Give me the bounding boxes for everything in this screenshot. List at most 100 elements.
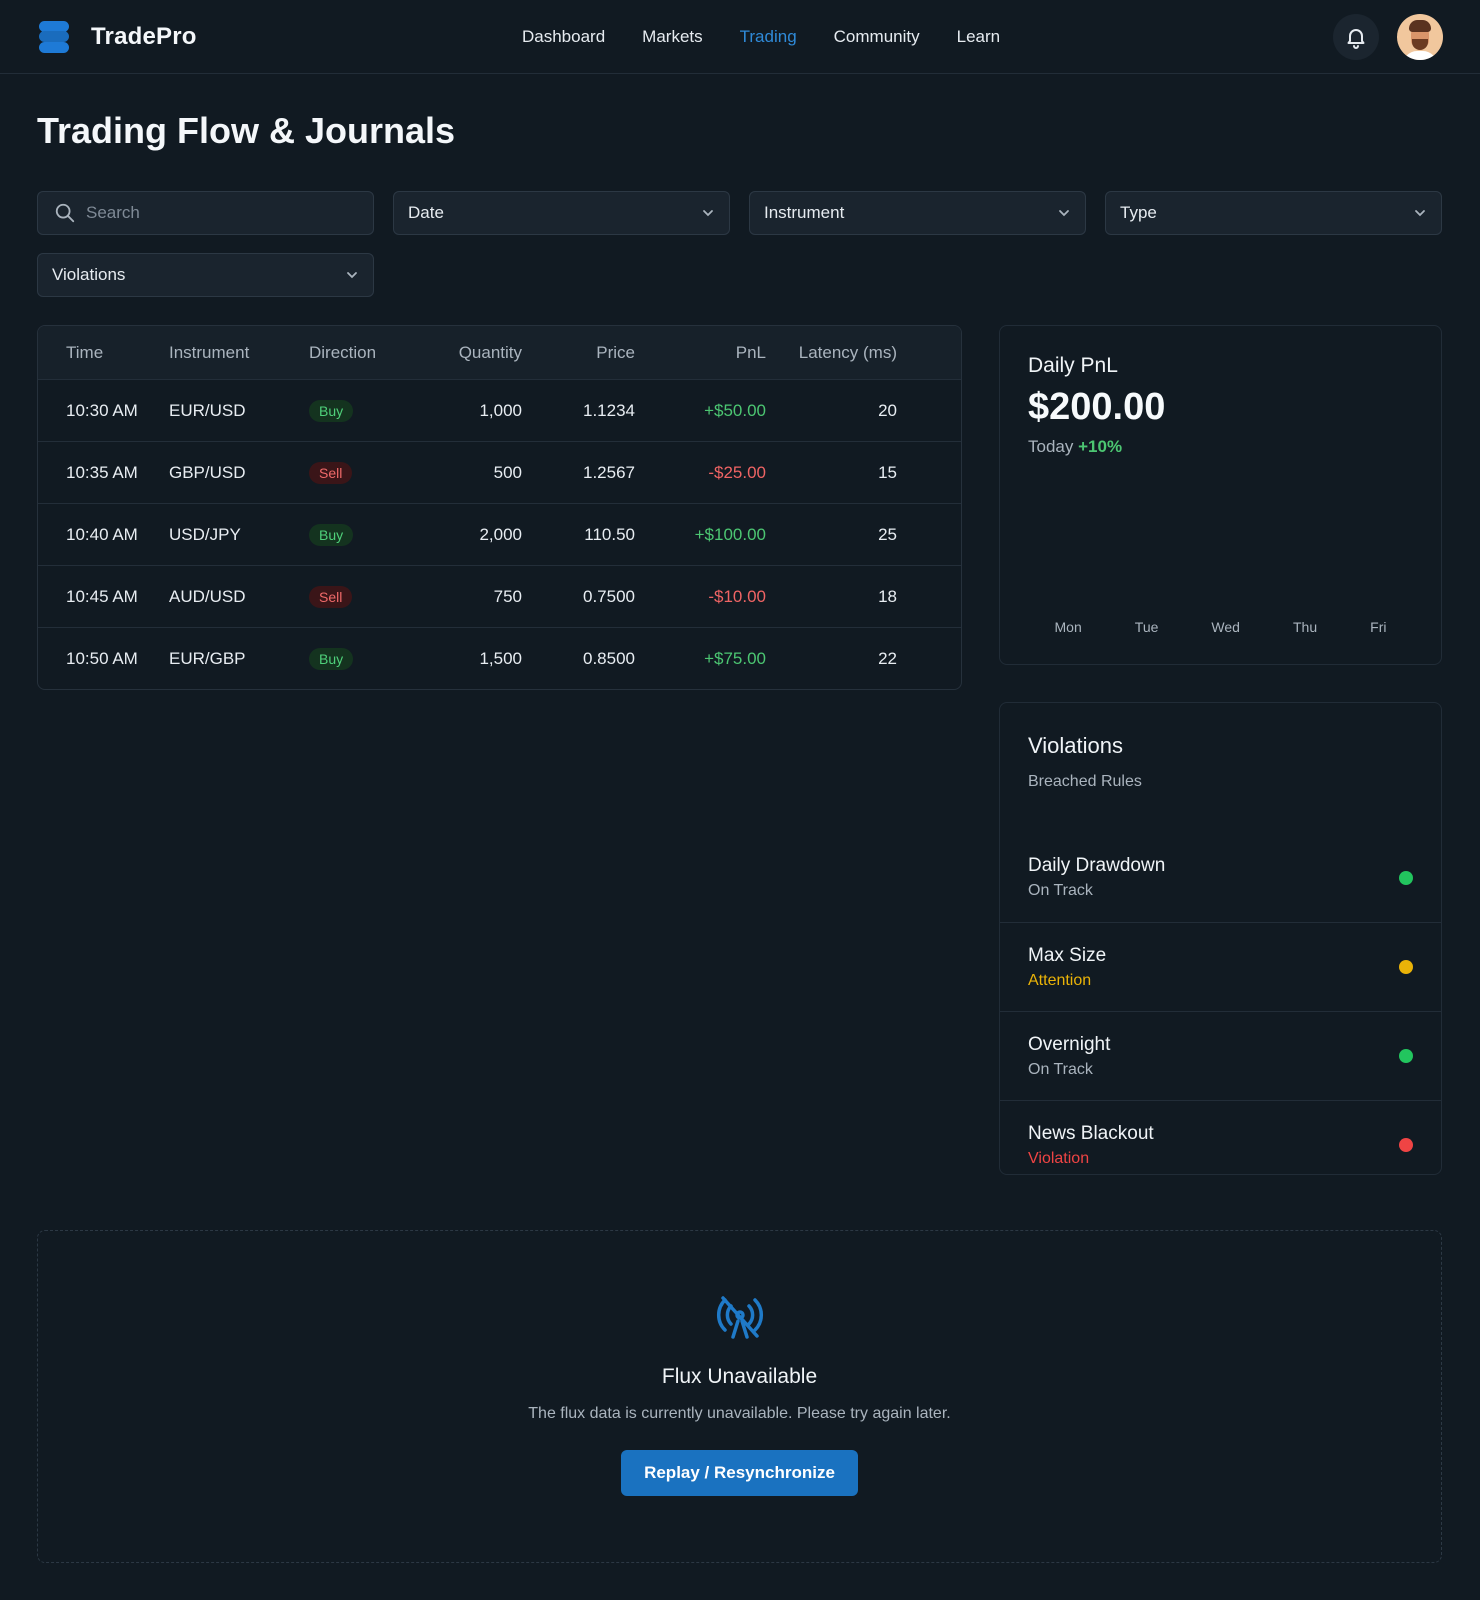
violation-rule-item[interactable]: Overnight On Track (1000, 1011, 1441, 1100)
type-select[interactable]: Type (1105, 191, 1442, 235)
cell-pnl: +$100.00 (694, 524, 766, 544)
violations-subtitle: Breached Rules (1028, 773, 1142, 790)
nav-community[interactable]: Community (834, 27, 920, 47)
top-navigation-bar: TradePro Dashboard Markets Trading Commu… (0, 0, 1480, 74)
avatar[interactable] (1397, 13, 1443, 60)
flux-message: The flux data is currently unavailable. … (528, 1405, 951, 1422)
main-nav: Dashboard Markets Trading Community Lear… (522, 0, 1000, 74)
cell-latency: 18 (878, 586, 897, 606)
direction-badge: Sell (309, 461, 353, 484)
daily-pnl-period: Today +10% (1028, 437, 1413, 457)
rule-status: On Track (1028, 1060, 1093, 1078)
table-row[interactable]: 10:40 AM USD/JPY Buy 2,000 110.50 +$100.… (38, 503, 961, 565)
brand[interactable]: TradePro (37, 20, 197, 54)
cell-latency: 22 (878, 648, 897, 668)
daily-pnl-card: Daily PnL $200.00 Today +10% Mon Tue Wed… (999, 325, 1442, 665)
cell-quantity: 750 (493, 586, 522, 606)
status-dot (1399, 1138, 1413, 1152)
rule-status: On Track (1028, 882, 1093, 899)
cell-time: 10:40 AM (66, 524, 138, 544)
date-select[interactable]: Date (393, 191, 730, 235)
cell-time: 10:35 AM (66, 462, 138, 482)
cell-quantity: 1,000 (479, 400, 522, 420)
daily-pnl-title: Daily PnL (1028, 354, 1118, 377)
signal-off-icon (716, 1296, 763, 1339)
column-header-quantity[interactable]: Quantity (409, 343, 522, 363)
instrument-select[interactable]: Instrument (749, 191, 1086, 235)
replay-resynchronize-button[interactable]: Replay / Resynchronize (621, 1450, 858, 1496)
status-dot (1399, 1049, 1413, 1063)
status-dot (1399, 870, 1413, 885)
table-row[interactable]: 10:45 AM AUD/USD Sell 750 0.7500 -$10.00… (38, 565, 961, 627)
table-row[interactable]: 10:35 AM GBP/USD Sell 500 1.2567 -$25.00… (38, 441, 961, 503)
cell-quantity: 2,000 (479, 524, 522, 544)
direction-badge: Buy (309, 399, 354, 422)
column-header-latency[interactable]: Latency (ms) (766, 343, 925, 363)
cell-latency: 25 (878, 524, 897, 544)
bell-icon (1347, 28, 1365, 49)
cell-time: 10:45 AM (66, 586, 138, 606)
search-field[interactable] (37, 191, 374, 235)
rule-name: Daily Drawdown (1028, 855, 1166, 876)
table-row[interactable]: 10:30 AM EUR/USD Buy 1,000 1.1234 +$50.0… (38, 379, 961, 441)
column-header-pnl[interactable]: PnL (635, 343, 766, 363)
direction-badge: Sell (309, 585, 353, 608)
nav-trading[interactable]: Trading (740, 27, 797, 47)
column-header-price[interactable]: Price (522, 343, 635, 363)
cell-price: 1.1234 (583, 400, 635, 420)
cell-quantity: 1,500 (479, 648, 522, 668)
cell-pnl: +$75.00 (704, 648, 766, 668)
rule-name: Overnight (1028, 1033, 1111, 1055)
table-row[interactable]: 10:50 AM EUR/GBP Buy 1,500 0.8500 +$75.0… (38, 627, 961, 689)
flux-unavailable-panel: Flux Unavailable The flux data is curren… (37, 1230, 1442, 1563)
rule-name: News Blackout (1028, 1122, 1154, 1144)
chevron-down-icon (347, 272, 357, 279)
notifications-button[interactable] (1333, 13, 1379, 60)
cell-instrument: EUR/GBP (169, 648, 246, 668)
flux-title: Flux Unavailable (661, 1365, 818, 1388)
header-actions (1333, 13, 1443, 60)
cell-latency: 15 (878, 462, 897, 482)
nav-markets[interactable]: Markets (642, 27, 702, 47)
cell-time: 10:30 AM (66, 400, 138, 420)
nav-dashboard[interactable]: Dashboard (522, 27, 605, 47)
brand-logo-icon (37, 20, 71, 54)
violation-rule-item[interactable]: News Blackout Violation (1000, 1100, 1441, 1189)
page-title: Trading Flow & Journals (37, 110, 456, 151)
search-icon (55, 203, 75, 223)
pnl-chart-day-axis: Mon Tue Wed Thu Fri (1028, 619, 1413, 635)
daily-pnl-period-label: Today (1028, 437, 1074, 456)
direction-badge: Buy (309, 647, 354, 670)
column-header-time[interactable]: Time (38, 343, 169, 363)
trades-table: Time Instrument Direction Quantity Price… (37, 325, 962, 690)
table-header-row: Time Instrument Direction Quantity Price… (38, 326, 961, 379)
cell-pnl: -$10.00 (708, 586, 766, 606)
cell-instrument: GBP/USD (169, 462, 246, 482)
rule-name: Max Size (1028, 944, 1107, 966)
violation-rule-item[interactable]: Max Size Attention (1000, 922, 1441, 1011)
search-input[interactable] (86, 203, 326, 223)
cell-latency: 20 (878, 400, 897, 420)
daily-pnl-value: $200.00 (1028, 386, 1166, 428)
chevron-down-icon (703, 210, 713, 217)
column-header-direction[interactable]: Direction (309, 343, 409, 363)
violations-title: Violations (1028, 733, 1123, 758)
cell-instrument: AUD/USD (169, 586, 246, 606)
type-select-label: Type (1120, 203, 1157, 222)
direction-badge: Buy (309, 523, 354, 546)
violations-select-label: Violations (52, 265, 126, 284)
column-header-instrument[interactable]: Instrument (169, 343, 309, 363)
day-label: Mon (1054, 619, 1082, 635)
chevron-down-icon (1059, 210, 1069, 217)
violation-rule-item[interactable]: Daily Drawdown On Track (1000, 833, 1441, 922)
day-label: Tue (1134, 619, 1159, 635)
cell-price: 0.7500 (583, 586, 635, 606)
rule-status: Violation (1028, 1149, 1090, 1167)
violations-select[interactable]: Violations (37, 253, 374, 297)
cell-price: 0.8500 (583, 648, 635, 668)
nav-learn[interactable]: Learn (957, 27, 1000, 47)
violations-card: Violations Breached Rules Daily Drawdown… (999, 702, 1442, 1175)
daily-pnl-change: +10% (1078, 437, 1123, 456)
cell-price: 110.50 (584, 524, 635, 544)
brand-name: TradePro (91, 22, 197, 50)
